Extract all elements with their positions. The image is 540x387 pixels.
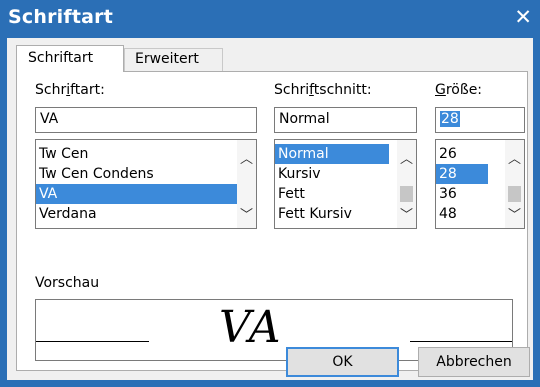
- chevron-down-icon[interactable]: ﹀: [505, 204, 524, 223]
- chevron-up-icon[interactable]: ︿: [505, 148, 524, 167]
- close-icon[interactable]: ✕: [514, 5, 532, 29]
- tab-panel: Schriftart: VA Tw Cen Tw Cen Condens VA …: [16, 71, 528, 371]
- list-item[interactable]: Tw Cen Condens: [36, 164, 238, 184]
- tab-erweitert[interactable]: Erweitert: [124, 48, 223, 71]
- style-scrollbar[interactable]: ︿ ﹀: [397, 140, 416, 228]
- preview-label: Vorschau: [35, 275, 100, 291]
- ok-button[interactable]: OK: [286, 347, 399, 377]
- list-item[interactable]: Normal: [275, 144, 389, 164]
- list-item[interactable]: 26: [436, 144, 506, 164]
- list-item[interactable]: 28: [436, 164, 488, 184]
- style-label: Schriftschnitt:: [274, 82, 372, 98]
- scroll-thumb[interactable]: [508, 186, 521, 202]
- font-scrollbar[interactable]: ︿ ﹀: [237, 140, 256, 228]
- list-item[interactable]: Fett Kursiv: [275, 204, 398, 224]
- chevron-down-icon[interactable]: ﹀: [237, 204, 256, 223]
- list-item[interactable]: 48: [436, 204, 506, 224]
- list-item[interactable]: VA: [36, 184, 238, 204]
- size-input-value: 28: [440, 111, 460, 127]
- list-item[interactable]: Verdana: [36, 204, 238, 224]
- style-list[interactable]: Normal Kursiv Fett Fett Kursiv ︿ ﹀: [274, 139, 417, 229]
- scroll-thumb[interactable]: [400, 186, 413, 202]
- chevron-down-icon[interactable]: ﹀: [397, 204, 416, 223]
- font-label: Schriftart:: [35, 82, 105, 98]
- size-list[interactable]: 26 28 36 48 ︿ ﹀: [435, 139, 525, 229]
- chevron-up-icon[interactable]: ︿: [397, 148, 416, 167]
- font-input[interactable]: VA: [35, 107, 257, 133]
- tab-schriftart[interactable]: Schriftart: [16, 45, 124, 72]
- list-item[interactable]: 36: [436, 184, 506, 204]
- chevron-up-icon[interactable]: ︿: [237, 148, 256, 167]
- style-input[interactable]: Normal: [274, 107, 417, 133]
- preview-sample: VA: [219, 302, 282, 353]
- list-item[interactable]: Tw Cen: [36, 144, 238, 164]
- size-input[interactable]: 28: [435, 107, 525, 133]
- font-list[interactable]: Tw Cen Tw Cen Condens VA Verdana ︿ ﹀: [35, 139, 257, 229]
- title-bar[interactable]: Schriftart ✕: [0, 0, 540, 38]
- list-item[interactable]: Fett: [275, 184, 398, 204]
- preview-baseline-right: [410, 341, 512, 342]
- size-label: Größe:: [435, 82, 483, 98]
- dialog-title: Schriftart: [8, 6, 113, 28]
- dialog-body: Schriftart Erweitert Schriftart: VA Tw C…: [7, 38, 533, 380]
- list-item[interactable]: Kursiv: [275, 164, 398, 184]
- preview-baseline-left: [36, 341, 149, 342]
- size-scrollbar[interactable]: ︿ ﹀: [505, 140, 524, 228]
- cancel-button[interactable]: Abbrechen: [418, 347, 530, 377]
